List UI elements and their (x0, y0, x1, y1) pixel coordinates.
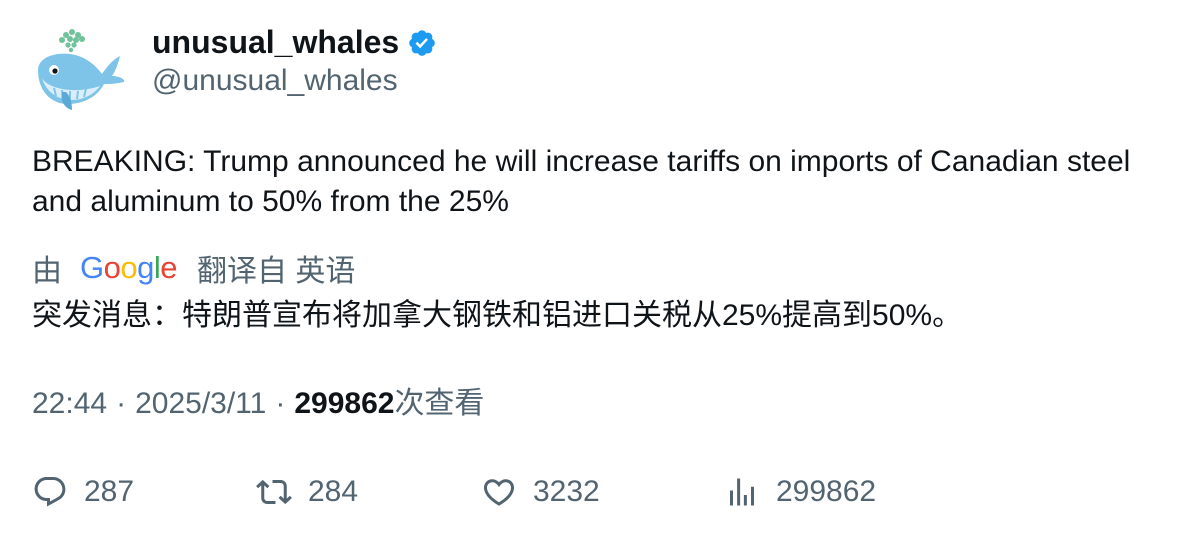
tweet-text: BREAKING: Trump announced he will increa… (32, 145, 1131, 218)
meta-separator: · (275, 387, 286, 420)
views-action-count: 299862 (776, 475, 877, 508)
google-logo: Google (80, 250, 178, 285)
author-name-row: unusual_whales (152, 22, 437, 62)
reply-count: 287 (84, 475, 135, 508)
retweet-button[interactable]: 284 (256, 470, 358, 514)
views-button[interactable]: 299862 (724, 470, 876, 514)
translated-by-label: 由 (32, 255, 62, 288)
retweet-icon (256, 479, 292, 505)
reply-icon (34, 477, 66, 507)
whale-icon (38, 29, 125, 110)
translated-from-label[interactable]: 翻译自 英语 (197, 246, 355, 290)
author-handle[interactable]: @unusual_whales (152, 62, 398, 100)
like-button[interactable]: 3232 (481, 470, 600, 514)
meta-separator: · (116, 387, 127, 420)
translated-text: 突发消息：特朗普宣布将加拿大钢铁和铝进口关税从25%提高到50%。 (32, 299, 963, 332)
like-count: 3232 (533, 475, 600, 508)
action-bar: 287 284 3232 299862 (0, 470, 1196, 514)
views-label: 次查看 (394, 387, 485, 420)
retweet-count: 284 (308, 475, 359, 508)
analytics-icon (730, 478, 754, 506)
avatar[interactable] (32, 26, 128, 112)
translation-attribution: 由 Google 翻译自 英语 (32, 248, 355, 288)
heart-icon (483, 479, 515, 506)
display-name[interactable]: unusual_whales (152, 22, 399, 62)
views-count: 299862 (294, 387, 395, 420)
reply-button[interactable]: 287 (32, 470, 134, 514)
verified-badge-icon[interactable] (407, 28, 437, 58)
tweet-time[interactable]: 22:44 (32, 384, 107, 424)
tweet-date[interactable]: 2025/3/11 (135, 384, 266, 424)
tweet-meta: 22:44 · 2025/3/11 · 299862 次查看 (32, 384, 484, 424)
